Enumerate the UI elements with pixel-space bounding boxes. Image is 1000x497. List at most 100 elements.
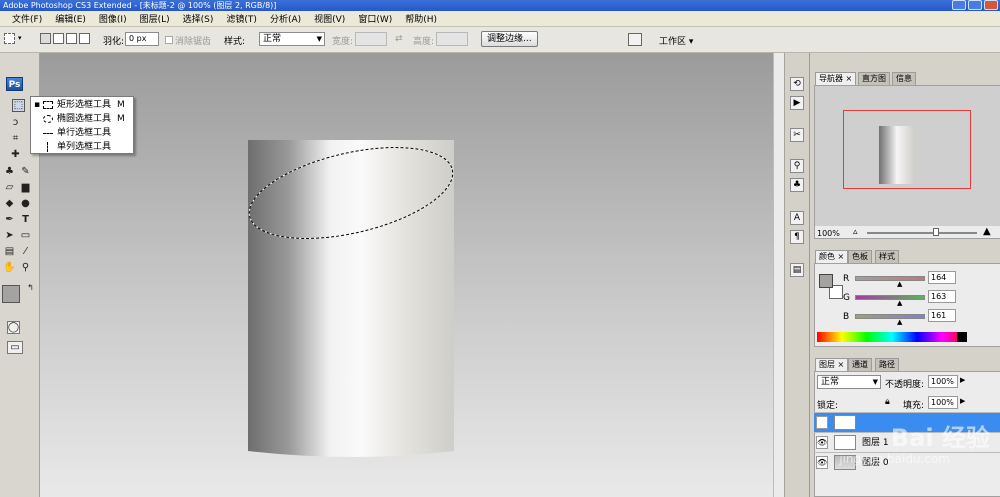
fill-input[interactable]: 100% <box>928 396 958 409</box>
menu-image[interactable]: 图像(I) <box>99 12 127 25</box>
eye-icon[interactable]: 👁︎ <box>816 456 828 469</box>
flyout-item-single-column-marquee[interactable]: 单列选框工具 <box>31 140 133 154</box>
canvas-scrollbar[interactable] <box>773 53 784 497</box>
menu-layer[interactable]: 图层(L) <box>140 12 170 25</box>
blend-mode-select[interactable]: 正常 ▼ <box>817 375 881 389</box>
channel-r-input[interactable]: 164 <box>928 271 956 284</box>
dodge-tool-icon[interactable]: ● <box>19 197 32 210</box>
shape-tool-icon[interactable]: ▭ <box>19 229 32 242</box>
screen-mode-icon[interactable]: ▭ <box>7 341 23 354</box>
zoom-slider[interactable] <box>867 232 977 234</box>
menu-window[interactable]: 窗口(W) <box>358 12 392 25</box>
notes-tool-icon[interactable]: ▤ <box>3 245 16 258</box>
slider-handle-icon[interactable]: ▲ <box>897 299 902 307</box>
channel-g-input[interactable]: 163 <box>928 290 956 303</box>
intersect-selection-icon[interactable] <box>79 33 90 44</box>
workspace-button[interactable]: 工作区 ▾ <box>659 34 693 47</box>
tool-preset-icon[interactable] <box>4 33 15 44</box>
tab-swatches[interactable]: 色板 <box>848 250 872 263</box>
menu-file[interactable]: 文件(F) <box>12 12 42 25</box>
zoom-slider-handle[interactable] <box>933 228 939 236</box>
quick-mask-icon[interactable]: ◯ <box>7 321 20 334</box>
zoom-out-icon[interactable]: ▵ <box>853 227 858 237</box>
pen-tool-icon[interactable]: ✒ <box>3 213 16 226</box>
menu-help[interactable]: 帮助(H) <box>405 12 437 25</box>
slider-handle-icon[interactable]: ▲ <box>897 280 902 288</box>
width-input[interactable] <box>355 32 387 46</box>
history-icon[interactable]: ⟲ <box>790 77 804 91</box>
channel-b-slider[interactable] <box>855 314 925 319</box>
refine-edge-button[interactable]: 调整边缘... <box>481 31 538 47</box>
color-spectrum-bar[interactable] <box>817 332 967 342</box>
tool-presets-icon[interactable]: ✂ <box>790 128 804 142</box>
channel-b-input[interactable]: 161 <box>928 309 956 322</box>
hand-tool-icon[interactable]: ✋ <box>3 261 16 274</box>
tab-paths[interactable]: 路径 <box>875 358 899 371</box>
height-input[interactable] <box>436 32 468 46</box>
menu-analysis[interactable]: 分析(A) <box>270 12 301 25</box>
path-select-icon[interactable]: ➤ <box>3 229 16 242</box>
maximize-button[interactable] <box>968 0 982 10</box>
tab-navigator[interactable]: 导航器 × <box>815 72 857 85</box>
blur-tool-icon[interactable]: ◆ <box>3 197 16 210</box>
clone-source-icon[interactable]: ♣ <box>790 178 804 192</box>
antialias-checkbox[interactable] <box>165 36 173 44</box>
paragraph-icon[interactable]: ¶ <box>790 230 804 244</box>
lock-icon[interactable]: 🔒︎ <box>885 397 890 407</box>
character-icon[interactable]: A <box>790 211 804 225</box>
eye-icon[interactable]: 👁︎ <box>816 416 828 429</box>
flyout-item-rectangular-marquee[interactable]: ▪ 矩形选框工具 M <box>31 98 133 112</box>
brushes-icon[interactable]: ⚲ <box>790 159 804 173</box>
foreground-color-swatch[interactable] <box>2 285 20 303</box>
menu-filter[interactable]: 滤镜(T) <box>226 12 257 25</box>
crop-tool-icon[interactable]: ⌗ <box>9 132 22 145</box>
tab-channels[interactable]: 通道 <box>848 358 872 371</box>
canvas-area[interactable] <box>40 53 773 497</box>
palette-well-icon[interactable] <box>628 33 642 46</box>
tab-styles[interactable]: 样式 <box>875 250 899 263</box>
navigator-preview[interactable] <box>815 86 1000 226</box>
new-selection-icon[interactable] <box>40 33 51 44</box>
stamp-tool-icon[interactable]: ♣ <box>3 165 16 178</box>
zoom-in-icon[interactable]: ▲ <box>983 226 991 237</box>
chevron-right-icon[interactable]: ▶ <box>960 397 965 405</box>
type-tool-icon[interactable]: T <box>19 213 32 226</box>
menu-select[interactable]: 选择(S) <box>183 12 214 25</box>
channel-g-slider[interactable] <box>855 295 925 300</box>
slider-handle-icon[interactable]: ▲ <box>897 318 902 326</box>
tab-histogram[interactable]: 直方图 <box>858 72 890 85</box>
opacity-input[interactable]: 100% <box>928 375 958 388</box>
eraser-tool-icon[interactable]: ▱ <box>3 181 16 194</box>
menu-view[interactable]: 视图(V) <box>314 12 345 25</box>
patch-tool-icon[interactable]: ✚ <box>9 148 22 161</box>
subtract-selection-icon[interactable] <box>66 33 77 44</box>
chevron-right-icon[interactable]: ▶ <box>960 376 965 384</box>
chevron-down-icon[interactable]: ▾ <box>18 34 22 42</box>
gradient-tool-icon[interactable]: ▆ <box>19 181 32 194</box>
document-canvas[interactable] <box>40 53 773 497</box>
layer-comps-icon[interactable]: ▤ <box>790 263 804 277</box>
zoom-tool-icon[interactable]: ⚲ <box>19 261 32 274</box>
marquee-tool-icon[interactable]: ⬚ <box>12 99 25 112</box>
close-button[interactable] <box>984 0 998 10</box>
swap-colors-icon[interactable]: ↰ <box>24 281 37 294</box>
zoom-value[interactable]: 100% <box>817 229 840 238</box>
feather-input[interactable]: 0 px <box>125 32 159 46</box>
tab-color[interactable]: 颜色 × <box>815 250 849 263</box>
close-icon[interactable]: × <box>838 360 845 369</box>
tab-layers[interactable]: 图层 × <box>815 358 849 371</box>
foreground-color-swatch[interactable] <box>819 274 833 288</box>
close-icon[interactable]: × <box>846 74 853 83</box>
flyout-item-single-row-marquee[interactable]: 单行选框工具 <box>31 126 133 140</box>
flyout-item-elliptical-marquee[interactable]: 椭圆选框工具 M <box>31 112 133 126</box>
channel-r-slider[interactable] <box>855 276 925 281</box>
menu-edit[interactable]: 编辑(E) <box>55 12 86 25</box>
eye-icon[interactable]: 👁︎ <box>816 436 828 449</box>
minimize-button[interactable] <box>952 0 966 10</box>
black-swatch[interactable] <box>957 332 967 342</box>
swap-icon[interactable]: ⇄ <box>395 34 403 44</box>
add-selection-icon[interactable] <box>53 33 64 44</box>
tab-info[interactable]: 信息 <box>892 72 916 85</box>
eyedropper-icon[interactable]: ⁄ <box>19 245 32 258</box>
close-icon[interactable]: × <box>838 252 845 261</box>
